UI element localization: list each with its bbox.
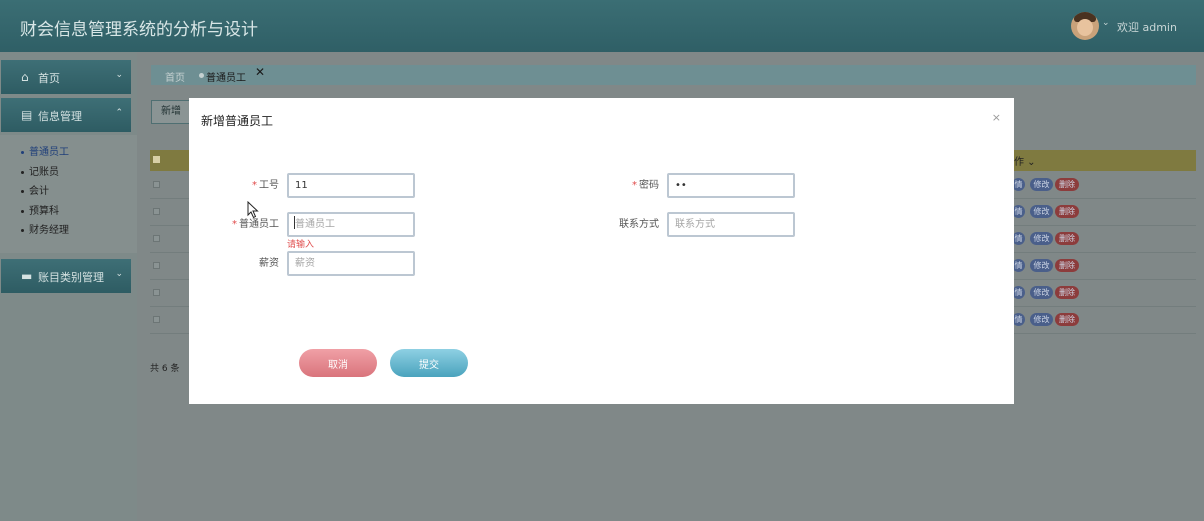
edit-button[interactable]: 修改 [1030, 232, 1053, 245]
required-mark: * [632, 180, 637, 191]
edit-button[interactable]: 修改 [1030, 178, 1053, 191]
submenu: 普通员工 记账员 会计 预算科 财务经理 [0, 135, 137, 253]
chevron-down-icon: ⌄ [115, 269, 123, 279]
sidebar-menu-label: 信息管理 [38, 110, 82, 123]
home-icon: ⌂ [21, 70, 29, 84]
salary-input[interactable] [287, 251, 415, 276]
account-icon: ▬ [21, 269, 33, 283]
row-checkbox[interactable] [153, 208, 160, 215]
chevron-up-icon: ⌃ [115, 108, 123, 118]
edit-button[interactable]: 修改 [1030, 313, 1053, 326]
row-checkbox[interactable] [153, 235, 160, 242]
delete-button[interactable]: 删除 [1055, 313, 1079, 326]
contact-input[interactable] [667, 212, 795, 237]
row-checkbox[interactable] [153, 316, 160, 323]
bullet-icon [21, 228, 24, 232]
submenu-label: 普通员工 [29, 147, 69, 158]
salary-label: 薪资 [259, 258, 279, 269]
breadcrumb: 首页 普通员工 ✕ [151, 65, 1196, 85]
delete-button[interactable]: 删除 [1055, 286, 1079, 299]
employee-name-label: * 普通员工 [209, 215, 279, 230]
chevron-down-icon: ⌄ [115, 70, 123, 80]
delete-button[interactable]: 删除 [1055, 232, 1079, 245]
add-employee-dialog: 新增普通员工 × *工号 *普通员工 请输入 薪资 *密码 联系方式 取消 提交 [189, 98, 1014, 404]
required-mark: * [252, 180, 257, 191]
operation-column-header: 作 ⌄ [1014, 157, 1036, 168]
employee-name-error: 请输入 [287, 240, 315, 250]
submenu-item-budget[interactable]: 预算科 [21, 202, 59, 217]
submenu-item-employee[interactable]: 普通员工 [21, 143, 69, 158]
job-no-label: * 工号 [229, 176, 279, 191]
sidebar-menu-label: 账目类别管理 [38, 271, 104, 284]
user-avatar[interactable] [1071, 12, 1099, 40]
submenu-label: 预算科 [29, 206, 59, 217]
welcome-text[interactable]: 欢迎 admin [1117, 19, 1177, 35]
delete-button[interactable]: 删除 [1055, 178, 1079, 191]
breadcrumb-dot-icon [199, 73, 204, 78]
job-no-label-text: 工号 [259, 180, 279, 191]
breadcrumb-current[interactable]: 普通员工 [206, 69, 246, 84]
top-header: 财会信息管理系统的分析与设计 ⌄ 欢迎 admin [0, 0, 1204, 52]
select-all-checkbox[interactable] [153, 156, 160, 163]
row-checkbox[interactable] [153, 262, 160, 269]
pagination-total: 共 6 条 [150, 364, 180, 374]
bullet-icon [21, 189, 24, 193]
sidebar-menu-account-category[interactable]: ▬ 账目类别管理 ⌄ [1, 259, 131, 293]
password-label-text: 密码 [639, 180, 659, 191]
app-title: 财会信息管理系统的分析与设计 [20, 20, 258, 40]
row-checkbox[interactable] [153, 289, 160, 296]
submenu-item-accountant[interactable]: 会计 [21, 182, 49, 197]
job-no-input[interactable] [287, 173, 415, 198]
submenu-item-bookkeeper[interactable]: 记账员 [21, 163, 59, 178]
submenu-label: 记账员 [29, 167, 59, 178]
password-input[interactable] [667, 173, 795, 198]
required-mark: * [232, 219, 237, 230]
sidebar-menu-home[interactable]: ⌂ 首页 ⌄ [1, 60, 131, 94]
employee-name-input[interactable] [287, 212, 415, 237]
submit-button[interactable]: 提交 [390, 349, 468, 377]
contact-label: 联系方式 [619, 219, 659, 230]
text-caret [294, 216, 295, 229]
edit-button[interactable]: 修改 [1030, 286, 1053, 299]
user-menu-chevron-icon[interactable]: ⌄ [1102, 18, 1110, 28]
cancel-button[interactable]: 取消 [299, 349, 377, 377]
avatar-face [1077, 19, 1093, 36]
close-icon[interactable]: × [992, 111, 1001, 124]
breadcrumb-home[interactable]: 首页 [165, 69, 185, 84]
dialog-title: 新增普通员工 [201, 114, 274, 128]
delete-button[interactable]: 删除 [1055, 205, 1079, 218]
info-icon: ▤ [21, 108, 33, 122]
bullet-icon [21, 170, 24, 174]
sidebar-menu-label: 首页 [38, 72, 60, 85]
bullet-icon [21, 150, 24, 154]
submenu-item-finance-manager[interactable]: 财务经理 [21, 221, 69, 236]
close-tab-icon[interactable]: ✕ [255, 65, 265, 79]
sidebar-menu-info[interactable]: ▤ 信息管理 ⌃ [1, 98, 131, 132]
submenu-label: 会计 [29, 186, 49, 197]
add-button[interactable]: 新增 [151, 100, 191, 124]
row-checkbox[interactable] [153, 181, 160, 188]
edit-button[interactable]: 修改 [1030, 205, 1053, 218]
delete-button[interactable]: 删除 [1055, 259, 1079, 272]
submenu-label: 财务经理 [29, 225, 69, 236]
password-label: * 密码 [609, 176, 659, 191]
edit-button[interactable]: 修改 [1030, 259, 1053, 272]
bullet-icon [21, 209, 24, 213]
employee-name-label-text: 普通员工 [239, 219, 279, 230]
mouse-cursor-icon [247, 201, 259, 219]
